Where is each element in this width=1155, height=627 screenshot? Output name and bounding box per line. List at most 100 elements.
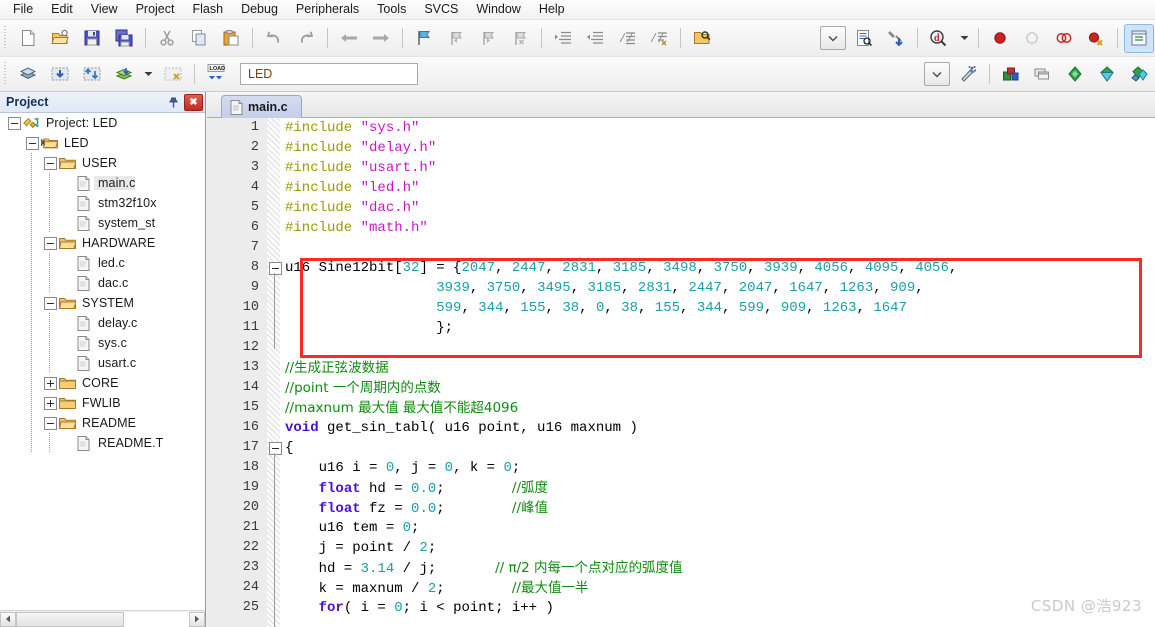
uncomment-icon[interactable]: // [644, 24, 674, 53]
tree-item-system[interactable]: SYSTEM [0, 293, 205, 313]
hscroll-track[interactable] [16, 611, 189, 627]
pin-icon[interactable] [166, 95, 181, 110]
outdent-icon[interactable] [580, 24, 610, 53]
fold-collapse-icon[interactable] [269, 262, 282, 275]
target-options-icon[interactable] [953, 60, 983, 89]
batch-build-dropdown-icon[interactable] [141, 60, 156, 89]
tree-guide [49, 173, 50, 193]
menu-item-debug[interactable]: Debug [232, 1, 287, 18]
tree-item-main-c[interactable]: main.c [0, 173, 205, 193]
undo-icon[interactable] [259, 24, 289, 53]
breakpoint-disable-icon[interactable] [1017, 24, 1047, 53]
save-all-icon[interactable] [109, 24, 139, 53]
menu-item-edit[interactable]: Edit [42, 1, 82, 18]
menu-item-svcs[interactable]: SVCS [415, 1, 467, 18]
navigate-back-icon[interactable] [334, 24, 364, 53]
tree-item-hardware[interactable]: HARDWARE [0, 233, 205, 253]
tree-item-led[interactable]: LED [0, 133, 205, 153]
configuration-wizard-icon[interactable] [849, 24, 879, 53]
tree-item-stm32f10x[interactable]: stm32f10x [0, 193, 205, 213]
multi-project-icon[interactable] [1028, 60, 1058, 89]
code-view[interactable]: 1 #include "sys.h" 2 #include "delay.h" 3 #in… [207, 118, 1155, 627]
collapse-icon[interactable] [8, 116, 21, 130]
search-dropdown-icon[interactable] [956, 24, 972, 53]
toolbar-separator [327, 28, 328, 48]
open-file-icon[interactable] [45, 24, 75, 53]
menu-item-flash[interactable]: Flash [183, 1, 232, 18]
menu-item-tools[interactable]: Tools [368, 1, 415, 18]
menu-item-help[interactable]: Help [530, 1, 574, 18]
tree-item-dac-c[interactable]: dac.c [0, 273, 205, 293]
expand-icon[interactable] [44, 376, 57, 390]
target-selector[interactable]: LED [240, 63, 418, 85]
tree-item-readme[interactable]: README [0, 413, 205, 433]
folder-closed-icon [59, 376, 76, 391]
manage-components-icon[interactable] [996, 60, 1026, 89]
save-icon[interactable] [77, 24, 107, 53]
find-in-files-icon[interactable] [687, 24, 717, 53]
tree-item-system-st[interactable]: system_st [0, 213, 205, 233]
expand-icon[interactable] [44, 396, 57, 410]
pack-installer-icon[interactable] [1060, 60, 1090, 89]
batch-build-icon[interactable] [109, 60, 139, 89]
tree-item-project-led[interactable]: Project: LED [0, 113, 205, 133]
options-dropdown-icon[interactable] [820, 26, 846, 50]
project-window-icon[interactable] [1124, 23, 1154, 53]
tree-item-fwlib[interactable]: FWLIB [0, 393, 205, 413]
paste-icon[interactable] [216, 24, 246, 53]
bookmark-toggle-icon[interactable] [409, 24, 439, 53]
comment-icon[interactable]: // [612, 24, 642, 53]
copy-icon[interactable] [184, 24, 214, 53]
collapse-icon[interactable] [44, 156, 57, 170]
code-text: //生成正弦波数据 [285, 358, 389, 379]
toolbar-grip[interactable] [2, 62, 9, 86]
menu-item-window[interactable]: Window [467, 1, 529, 18]
indent-icon[interactable] [548, 24, 578, 53]
breakpoint-disable-all-icon[interactable] [1049, 24, 1079, 53]
navigate-forward-icon[interactable] [366, 24, 396, 53]
menu-item-peripherals[interactable]: Peripherals [287, 1, 368, 18]
tree-item-usart-c[interactable]: usart.c [0, 353, 205, 373]
build-icon[interactable] [45, 60, 75, 89]
scroll-right-icon[interactable] [189, 611, 205, 627]
tree-item-core[interactable]: CORE [0, 373, 205, 393]
menu-item-project[interactable]: Project [127, 1, 184, 18]
toolbar-grip[interactable] [2, 26, 9, 50]
new-file-icon[interactable] [13, 24, 43, 53]
scroll-left-icon[interactable] [0, 611, 16, 627]
tree-item-user[interactable]: USER [0, 153, 205, 173]
bookmark-next-icon[interactable] [473, 24, 503, 53]
debug-settings-icon[interactable] [881, 24, 911, 53]
project-tree-hscrollbar[interactable] [0, 610, 205, 627]
redo-icon[interactable] [291, 24, 321, 53]
tree-item-readme-t[interactable]: README.T [0, 433, 205, 453]
breakpoint-insert-icon[interactable] [985, 24, 1015, 53]
collapse-icon[interactable] [44, 236, 57, 250]
fold-collapse-icon[interactable] [269, 442, 282, 455]
collapse-icon[interactable] [44, 296, 57, 310]
code-lines: 1 #include "sys.h" 2 #include "delay.h" 3 #in… [207, 118, 1155, 627]
rebuild-icon[interactable] [77, 60, 107, 89]
collapse-icon[interactable] [44, 416, 57, 430]
select-software-packs-icon[interactable] [1124, 60, 1154, 89]
breakpoint-kill-all-icon[interactable] [1081, 24, 1111, 53]
download-icon[interactable]: LOAD [201, 60, 231, 89]
menu-item-file[interactable]: File [4, 1, 42, 18]
tab-main-c[interactable]: main.c [221, 95, 302, 118]
translate-icon[interactable] [13, 60, 43, 89]
bookmark-clear-icon[interactable] [505, 24, 535, 53]
bookmark-prev-icon[interactable] [441, 24, 471, 53]
target-dropdown-icon[interactable] [924, 62, 950, 86]
tree-item-sys-c[interactable]: sys.c [0, 333, 205, 353]
search-target-icon[interactable]: d [924, 24, 954, 53]
tree-item-led-c[interactable]: led.c [0, 253, 205, 273]
tab-label: main.c [248, 100, 288, 114]
cut-icon[interactable] [152, 24, 182, 53]
menu-item-view[interactable]: View [82, 1, 127, 18]
hscroll-thumb[interactable] [16, 611, 124, 627]
stop-build-icon[interactable] [158, 60, 188, 89]
collapse-icon[interactable] [26, 136, 39, 150]
close-icon[interactable]: ✖ [184, 93, 203, 111]
tree-item-delay-c[interactable]: delay.c [0, 313, 205, 333]
manage-run-time-icon[interactable] [1092, 60, 1122, 89]
